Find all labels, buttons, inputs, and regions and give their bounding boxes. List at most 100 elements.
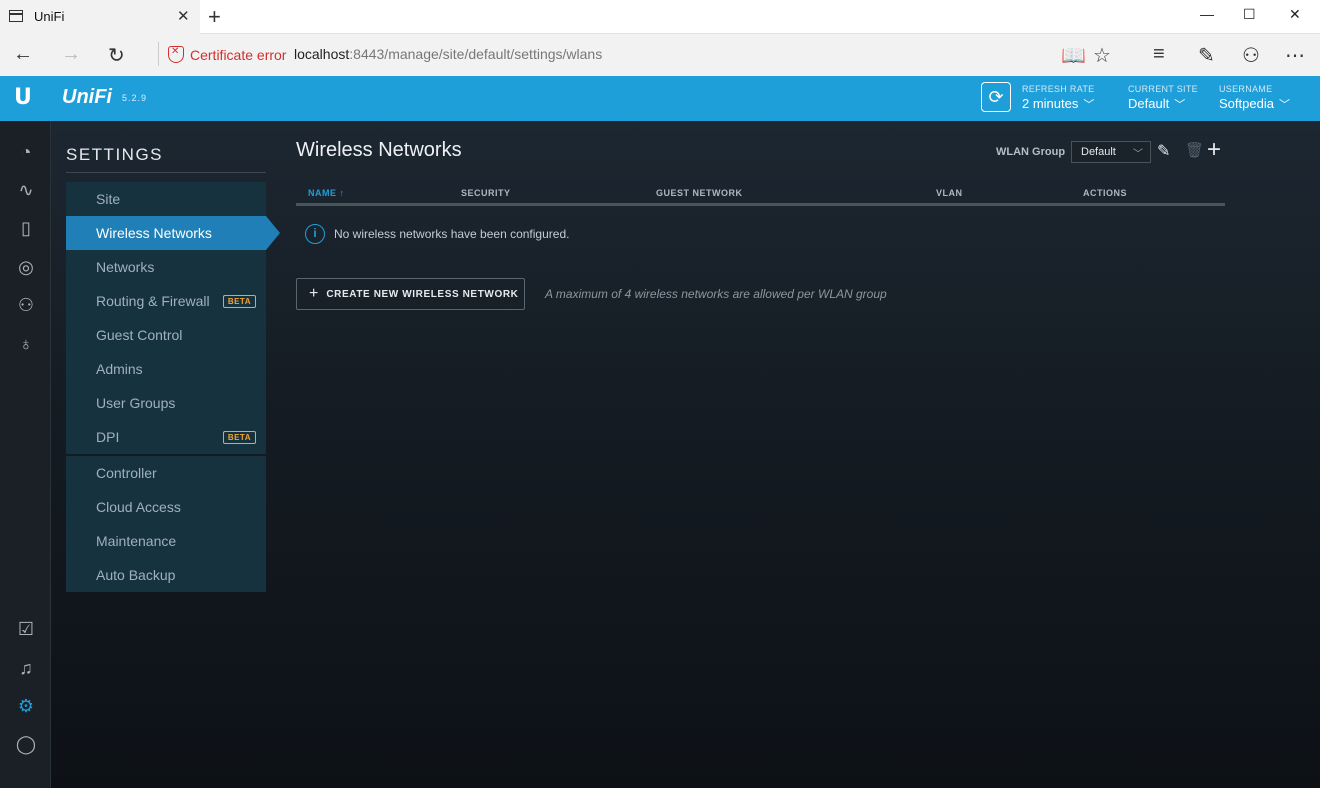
current-site-value: Default	[1128, 96, 1170, 111]
current-site-selector[interactable]: CURRENT SITE Default ﹀	[1128, 84, 1198, 112]
url-field[interactable]: localhost:8443/manage/site/default/setti…	[294, 46, 602, 62]
browser-tab[interactable]: UniFi ✕	[0, 0, 200, 34]
address-bar: ← → ↻ Certificate error localhost:8443/m…	[0, 34, 1320, 76]
column-header-name[interactable]: NAME ↑	[308, 188, 345, 198]
wlan-group-select[interactable]: Default ﹀	[1071, 141, 1151, 163]
settings-nav-wireless-networks[interactable]: Wireless Networks	[66, 216, 280, 250]
create-button-label: CREATE NEW WIRELESS NETWORK	[326, 288, 519, 300]
nav-label: Auto Backup	[96, 567, 176, 583]
new-tab-icon[interactable]: +	[208, 4, 221, 30]
page-title: Wireless Networks	[296, 139, 462, 161]
more-icon[interactable]: ⋯	[1285, 43, 1305, 68]
refresh-rate-label: REFRESH RATE	[1022, 84, 1095, 94]
wlan-group-label: WLAN Group	[996, 146, 1066, 158]
share-icon[interactable]: ⚇	[1242, 43, 1260, 68]
reading-view-icon[interactable]: 📖	[1061, 43, 1086, 68]
trash-icon[interactable]: 🗑	[1185, 141, 1204, 159]
nav-label: Cloud Access	[96, 499, 181, 515]
forward-icon[interactable]: →	[61, 43, 81, 66]
close-window-icon[interactable]: ✕	[1289, 6, 1301, 23]
insights-icon[interactable]: ♁	[14, 334, 38, 358]
sort-arrow-icon: ↑	[339, 188, 345, 198]
tab-title: UniFi	[34, 9, 65, 24]
settings-nav-admins[interactable]: Admins	[66, 352, 266, 386]
settings-nav-group-1: Site Wireless Networks Networks Routing …	[66, 182, 280, 454]
beta-badge: BETA	[222, 431, 256, 444]
settings-nav-networks[interactable]: Networks	[66, 250, 266, 284]
settings-nav-dpi[interactable]: DPI BETA	[66, 420, 266, 454]
nav-label: User Groups	[96, 395, 176, 411]
app-header: U UniFi 5.2.9 ⟳ REFRESH RATE 2 minutes ﹀ …	[0, 76, 1320, 121]
chevron-down-icon: ﹀	[1083, 99, 1095, 111]
settings-nav-group-2: Controller Cloud Access Maintenance Auto…	[66, 456, 266, 592]
web-note-icon[interactable]: ✎	[1198, 43, 1215, 68]
settings-nav-auto-backup[interactable]: Auto Backup	[66, 558, 266, 592]
version-label: 5.2.9	[122, 93, 148, 103]
refresh-icon[interactable]: ↻	[108, 43, 125, 68]
add-group-icon[interactable]: +	[1207, 136, 1221, 164]
nav-label: Guest Control	[96, 327, 183, 343]
settings-nav-cloud-access[interactable]: Cloud Access	[66, 490, 266, 524]
username-label: USERNAME	[1219, 84, 1273, 94]
settings-nav-maintenance[interactable]: Maintenance	[66, 524, 266, 558]
plus-icon: +	[309, 285, 319, 302]
chevron-down-icon: ﹀	[1174, 99, 1186, 111]
nav-label: Controller	[96, 465, 157, 481]
alerts-icon[interactable]: ♫	[14, 658, 38, 682]
table-header: NAME ↑ SECURITY GUEST NETWORK VLAN ACTIO…	[296, 182, 1225, 206]
clients-icon[interactable]: ⚇	[14, 295, 38, 319]
settings-title: SETTINGS	[66, 145, 164, 164]
chat-icon[interactable]: ◯	[14, 734, 38, 758]
close-tab-icon[interactable]: ✕	[177, 7, 190, 25]
column-header-vlan[interactable]: VLAN	[936, 188, 963, 198]
map-icon[interactable]: ▯	[14, 218, 38, 242]
page-icon	[9, 10, 23, 22]
column-header-actions: ACTIONS	[1083, 188, 1127, 198]
browser-window: UniFi ✕ + — ☐ ✕ ← → ↻ Certificate error …	[0, 0, 1320, 788]
chevron-down-icon: ﹀	[1133, 149, 1143, 160]
settings-nav-controller[interactable]: Controller	[66, 456, 266, 490]
certificate-error-text: Certificate error	[190, 46, 287, 63]
ubiquiti-logo[interactable]: U	[14, 85, 32, 110]
dashboard-icon[interactable]: ◔	[14, 142, 38, 166]
settings-nav-user-groups[interactable]: User Groups	[66, 386, 266, 420]
hub-icon[interactable]: ≡	[1153, 43, 1165, 66]
username-value: Softpedia	[1219, 96, 1274, 111]
back-icon[interactable]: ←	[13, 43, 33, 66]
refresh-rate-selector[interactable]: REFRESH RATE 2 minutes ﹀	[1022, 84, 1094, 112]
settings-icon[interactable]: ⚙	[14, 696, 38, 720]
nav-label: Admins	[96, 361, 143, 377]
column-header-security[interactable]: SECURITY	[461, 188, 511, 198]
unifi-brand: UniFi	[62, 86, 112, 108]
url-host: localhost	[294, 46, 350, 62]
edit-pencil-icon[interactable]: ✎	[1157, 141, 1170, 161]
icon-rail: ◔ ∿ ▯ ◎ ⚇ ♁ ☑ ♫ ⚙ ◯	[0, 121, 51, 788]
settings-nav-routing-firewall[interactable]: Routing & Firewall BETA	[66, 284, 266, 318]
shield-error-icon	[168, 46, 184, 63]
chevron-down-icon: ﹀	[1278, 99, 1290, 111]
minimize-icon[interactable]: —	[1200, 6, 1214, 22]
current-site-label: CURRENT SITE	[1128, 84, 1198, 94]
wlan-group-value: Default	[1081, 146, 1116, 158]
empty-state-row: i No wireless networks have been configu…	[296, 206, 1225, 261]
nav-label: DPI	[96, 429, 120, 445]
username-menu[interactable]: USERNAME Softpedia ﹀	[1219, 84, 1290, 112]
devices-icon[interactable]: ◎	[14, 257, 38, 281]
wlan-limit-note: A maximum of 4 wireless networks are all…	[545, 287, 887, 301]
beta-badge: BETA	[222, 295, 256, 308]
favorite-star-icon[interactable]: ☆	[1093, 43, 1111, 68]
maximize-icon[interactable]: ☐	[1243, 6, 1256, 23]
tasks-icon[interactable]: ☑	[14, 619, 38, 643]
info-icon: i	[305, 224, 325, 244]
column-label: NAME	[308, 188, 337, 198]
settings-nav-site[interactable]: Site	[66, 182, 266, 216]
certificate-error-indicator[interactable]: Certificate error	[168, 46, 286, 63]
nav-label: Maintenance	[96, 533, 177, 549]
divider	[158, 42, 159, 66]
divider	[66, 172, 266, 173]
column-header-guest-network[interactable]: GUEST NETWORK	[656, 188, 743, 198]
settings-nav-guest-control[interactable]: Guest Control	[66, 318, 266, 352]
create-wireless-network-button[interactable]: + CREATE NEW WIRELESS NETWORK	[296, 278, 525, 310]
refresh-button[interactable]: ⟳	[981, 82, 1011, 112]
statistics-icon[interactable]: ∿	[14, 180, 38, 204]
